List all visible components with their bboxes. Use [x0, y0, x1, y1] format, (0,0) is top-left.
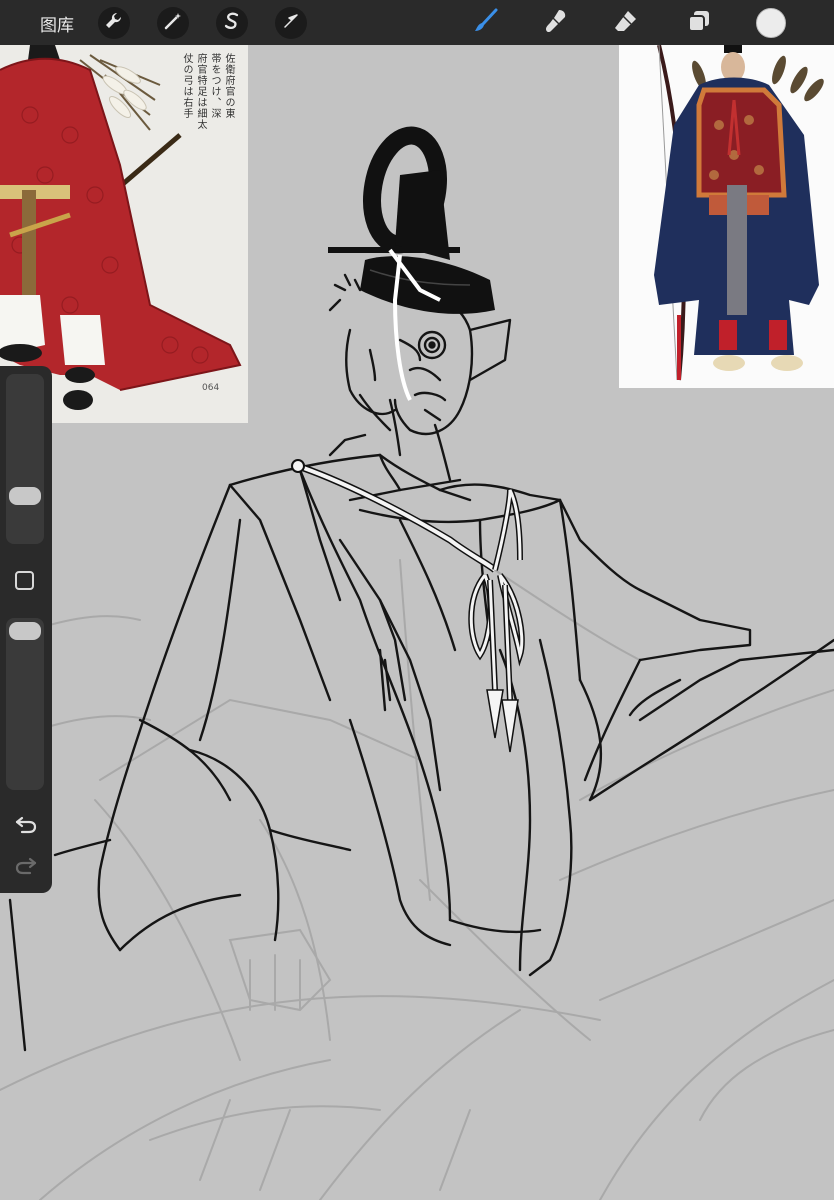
redo-button[interactable] — [14, 853, 38, 877]
top-toolbar: 图库 — [0, 0, 834, 45]
reference-image-right[interactable] — [619, 45, 834, 388]
side-toolbar — [0, 366, 52, 893]
smudge-icon — [542, 7, 570, 40]
layers-icon — [685, 7, 713, 40]
blue-robe-archer-photo — [619, 45, 834, 388]
page-text-column: 仗の弓は右手 — [181, 53, 192, 119]
actions-button[interactable] — [98, 7, 130, 39]
modify-square-icon[interactable] — [15, 571, 34, 590]
page-text-column: 府官特足は細太 — [195, 53, 206, 130]
gallery-button[interactable]: 图库 — [40, 11, 74, 36]
transform-button[interactable] — [275, 7, 307, 39]
brush-size-thumb[interactable] — [9, 487, 41, 505]
brush-size-slider[interactable] — [6, 374, 44, 544]
adjustments-button[interactable] — [157, 7, 189, 39]
brush-icon — [472, 7, 500, 40]
arrow-cursor-icon — [281, 11, 301, 36]
page-text-column: 佐衛府官の東 — [223, 53, 234, 119]
selection-button[interactable] — [216, 7, 248, 39]
opacity-slider[interactable] — [6, 618, 44, 790]
undo-icon — [14, 816, 38, 840]
color-picker-button[interactable] — [756, 8, 786, 38]
page-text-column: 帯をつけ、深 — [209, 53, 220, 119]
wrench-icon — [104, 11, 124, 36]
layers-button[interactable] — [683, 7, 715, 39]
paint-tool-button[interactable] — [470, 7, 502, 39]
eraser-icon — [612, 7, 640, 40]
redo-icon — [14, 857, 38, 881]
selection-s-icon — [222, 11, 242, 36]
page-number: 064 — [202, 383, 220, 393]
eraser-tool-button[interactable] — [610, 7, 642, 39]
magic-wand-icon — [163, 11, 183, 36]
opacity-thumb[interactable] — [9, 622, 41, 640]
smudge-tool-button[interactable] — [540, 7, 572, 39]
undo-button[interactable] — [14, 812, 38, 836]
